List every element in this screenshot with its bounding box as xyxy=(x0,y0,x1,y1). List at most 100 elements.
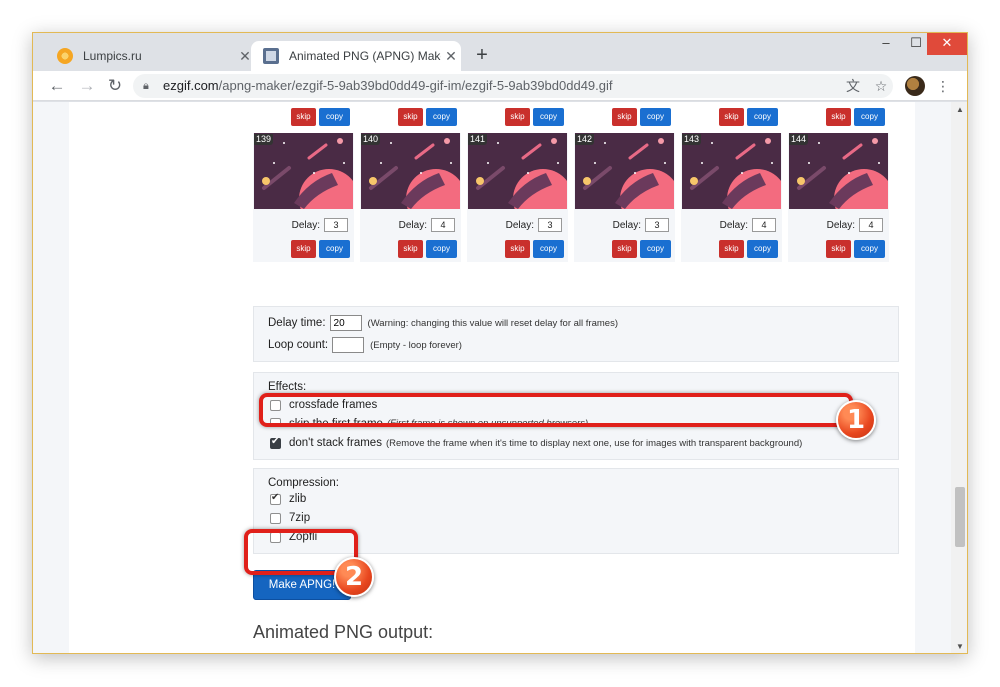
dont-stack-hint: (Remove the frame when it's time to disp… xyxy=(385,437,803,449)
frame-cell: 139 Delay: 3 skip copy xyxy=(253,133,354,262)
frame-number: 141 xyxy=(468,134,488,145)
skip-first-checkbox[interactable] xyxy=(270,418,281,426)
skip-button[interactable]: skip xyxy=(291,108,316,126)
skip-first-hint: (First frame is shown on unsupported bro… xyxy=(386,418,589,426)
delay-input[interactable]: 4 xyxy=(431,218,455,232)
tab-strip: Lumpics.ru ✕ Animated PNG (APNG) Maker ✕… xyxy=(33,33,967,71)
profile-avatar[interactable] xyxy=(905,76,925,96)
crossfade-label: crossfade frames xyxy=(289,399,378,411)
zopfli-checkbox[interactable] xyxy=(270,531,281,543)
bookmark-star-icon[interactable]: ☆ xyxy=(869,74,893,98)
tab-lumpics[interactable]: Lumpics.ru ✕ xyxy=(45,41,255,71)
delay-time-hint: (Warning: changing this value will reset… xyxy=(367,317,618,329)
frame-buttons: skip copy xyxy=(612,108,671,126)
skip-button[interactable]: skip xyxy=(826,108,851,126)
delay-input[interactable]: 3 xyxy=(645,218,669,232)
skip-button[interactable]: skip xyxy=(612,108,637,126)
frame-buttons: skip copy xyxy=(505,240,564,258)
copy-button[interactable]: copy xyxy=(426,108,457,126)
frame-cell: 144 Delay: 4 skip copy xyxy=(788,133,889,262)
frame-buttons: skip copy xyxy=(291,240,350,258)
skip-button[interactable]: skip xyxy=(612,240,637,258)
copy-button[interactable]: copy xyxy=(640,240,671,258)
7zip-label: 7zip xyxy=(289,512,311,524)
skip-button[interactable]: skip xyxy=(505,240,530,258)
7zip-checkbox[interactable] xyxy=(270,512,281,524)
loop-count-label: Loop count: xyxy=(268,339,329,351)
crossfade-checkbox[interactable] xyxy=(270,399,281,411)
delay-input[interactable]: 4 xyxy=(859,218,883,232)
delay-label: Delay: xyxy=(719,219,748,231)
effects-panel: Effects: crossfade frames skip the first… xyxy=(253,372,899,460)
tab-close-icon[interactable]: ✕ xyxy=(441,48,461,65)
dont-stack-label: don't stack frames xyxy=(289,437,382,449)
frame-buttons: skip copy xyxy=(291,108,350,126)
menu-dots-icon[interactable]: ⋮ xyxy=(931,74,955,98)
skip-button[interactable]: skip xyxy=(719,240,744,258)
compression-option-zopfli[interactable]: Zopfli xyxy=(270,531,317,543)
scroll-down-icon[interactable]: ▼ xyxy=(951,639,967,653)
skip-button[interactable]: skip xyxy=(398,108,423,126)
scroll-thumb[interactable] xyxy=(955,487,965,547)
frame-number: 143 xyxy=(682,134,702,145)
dont-stack-checkbox[interactable] xyxy=(270,436,281,449)
delay-input[interactable]: 4 xyxy=(752,218,776,232)
effect-option-dont-stack[interactable]: don't stack frames (Remove the frame whe… xyxy=(270,436,803,449)
copy-button[interactable]: copy xyxy=(747,240,778,258)
page-viewport: skip copy skip copy skip copy skip copy skip copy… xyxy=(33,102,951,653)
copy-button[interactable]: copy xyxy=(640,108,671,126)
page-body: skip copy skip copy skip copy skip copy skip copy… xyxy=(69,102,915,653)
delay-label: Delay: xyxy=(291,219,320,231)
step-1-badge: 1 xyxy=(836,400,876,440)
copy-button[interactable]: copy xyxy=(533,108,564,126)
tab-title: Animated PNG (APNG) Maker xyxy=(289,49,441,63)
skip-button[interactable]: skip xyxy=(398,240,423,258)
effect-option-crossfade[interactable]: crossfade frames xyxy=(270,399,377,411)
copy-button[interactable]: copy xyxy=(319,108,350,126)
skip-button[interactable]: skip xyxy=(505,108,530,126)
compression-option-zlib[interactable]: zlib xyxy=(270,492,306,505)
frame-number: 144 xyxy=(789,134,809,145)
address-bar[interactable]: 🔒︎ ezgif.com/apng-maker/ezgif-5-9ab39bd0… xyxy=(133,74,893,98)
window-close-icon[interactable]: ✕ xyxy=(927,33,967,55)
browser-window: Lumpics.ru ✕ Animated PNG (APNG) Maker ✕… xyxy=(32,32,968,654)
frame-grid: 139 Delay: 3 skip copy 140 Delay: 4 skip copy 141 D… xyxy=(253,133,899,262)
ezgif-favicon-icon xyxy=(263,48,279,64)
lumpics-favicon-icon xyxy=(57,48,73,64)
output-heading: Animated PNG output: xyxy=(253,622,434,642)
back-arrow-icon[interactable]: ← xyxy=(45,74,69,98)
skip-button[interactable]: skip xyxy=(826,240,851,258)
copy-button[interactable]: copy xyxy=(426,240,457,258)
forward-arrow-icon[interactable]: → xyxy=(75,74,99,98)
vertical-scrollbar[interactable]: ▲ ▼ xyxy=(951,102,967,653)
loop-count-input[interactable] xyxy=(332,337,365,353)
effect-option-skip-first[interactable]: skip the first frame (First frame is sho… xyxy=(270,418,588,426)
copy-button[interactable]: copy xyxy=(854,108,885,126)
skip-button[interactable]: skip xyxy=(291,240,316,258)
delay-input[interactable]: 3 xyxy=(538,218,562,232)
copy-button[interactable]: copy xyxy=(854,240,885,258)
zlib-checkbox[interactable] xyxy=(270,492,281,505)
compression-title: Compression: xyxy=(268,477,339,489)
copy-button[interactable]: copy xyxy=(319,240,350,258)
frame-number: 139 xyxy=(254,134,274,145)
scroll-up-icon[interactable]: ▲ xyxy=(951,102,967,118)
reload-icon[interactable]: ↻ xyxy=(103,74,127,98)
url-path: /apng-maker/ezgif-5-9ab39bd0dd49-gif-im/… xyxy=(218,78,613,93)
minimize-icon[interactable]: – xyxy=(871,33,901,55)
translate-icon[interactable]: 文 xyxy=(841,74,865,98)
frame-buttons: skip copy xyxy=(826,240,885,258)
compression-option-7zip[interactable]: 7zip xyxy=(270,512,310,524)
new-tab-button[interactable]: + xyxy=(470,44,494,68)
copy-button[interactable]: copy xyxy=(747,108,778,126)
tab-apng-maker[interactable]: Animated PNG (APNG) Maker ✕ xyxy=(251,41,461,71)
frame-buttons: skip copy xyxy=(612,240,671,258)
delay-input[interactable]: 3 xyxy=(324,218,348,232)
copy-button[interactable]: copy xyxy=(533,240,564,258)
skip-button[interactable]: skip xyxy=(719,108,744,126)
delay-time-label: Delay time: xyxy=(268,317,326,329)
tab-title: Lumpics.ru xyxy=(83,49,142,63)
lock-icon: 🔒︎ xyxy=(143,80,149,92)
delay-label: Delay: xyxy=(505,219,534,231)
delay-time-input[interactable] xyxy=(329,315,362,331)
